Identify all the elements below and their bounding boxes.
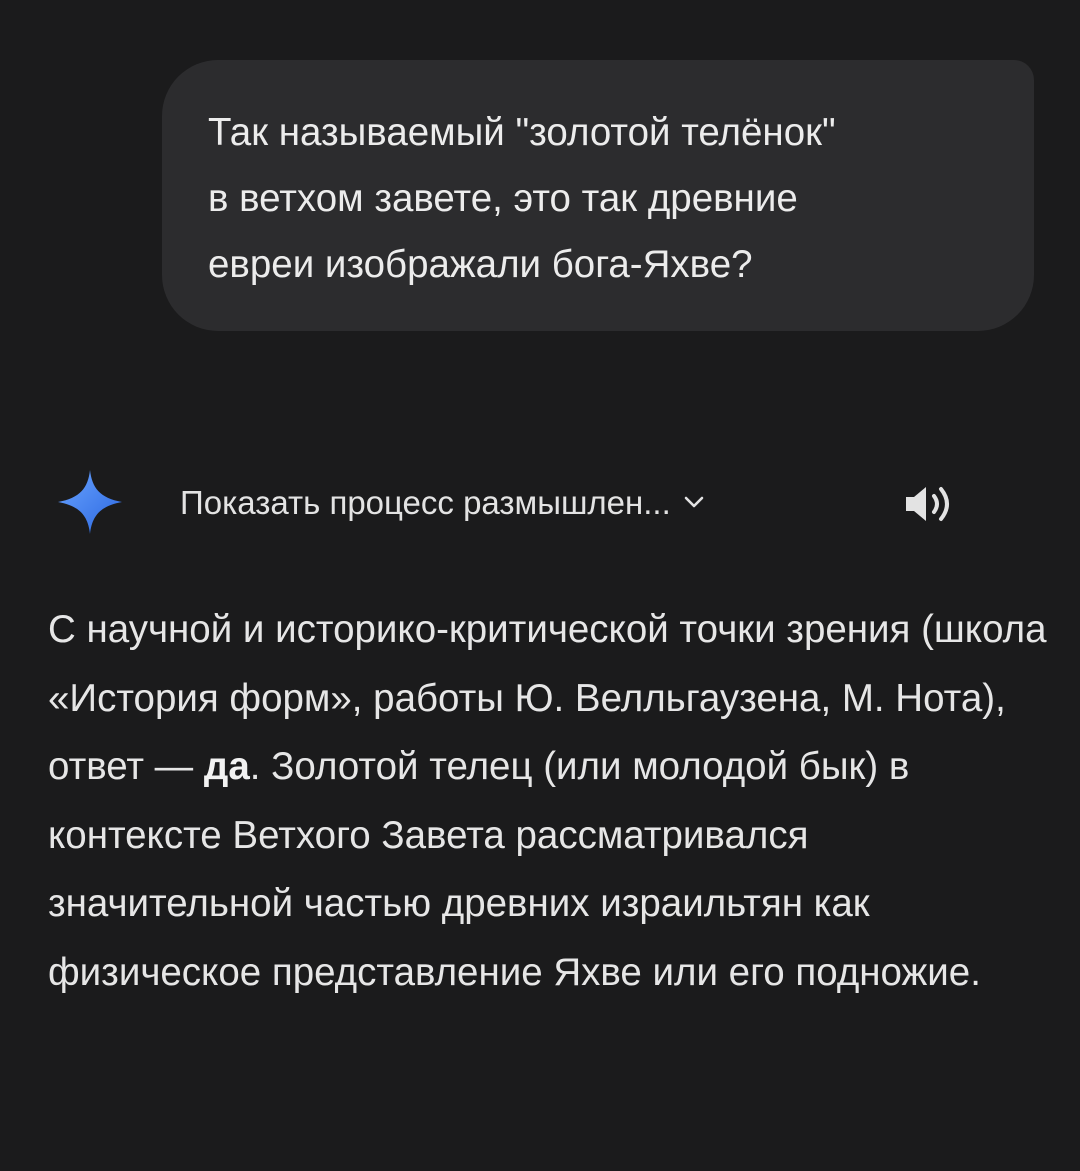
response-text: С научной и историко-критической точки з… <box>48 596 1048 1007</box>
response-text-bold: да <box>203 745 250 788</box>
user-message-text: Так называемый "золотой телёнок" в ветхо… <box>208 111 836 286</box>
gemini-sparkle-icon <box>58 470 122 534</box>
user-message-bubble: Так называемый "золотой телёнок" в ветхо… <box>162 60 1034 331</box>
response-header: Показать процесс размышлен... <box>56 468 1016 538</box>
speaker-icon[interactable] <box>898 480 962 528</box>
chevron-down-icon[interactable] <box>680 490 708 514</box>
show-thinking-label: Показать процесс размышлен... <box>180 484 671 521</box>
show-thinking-toggle[interactable]: Показать процесс размышлен... <box>180 468 860 538</box>
